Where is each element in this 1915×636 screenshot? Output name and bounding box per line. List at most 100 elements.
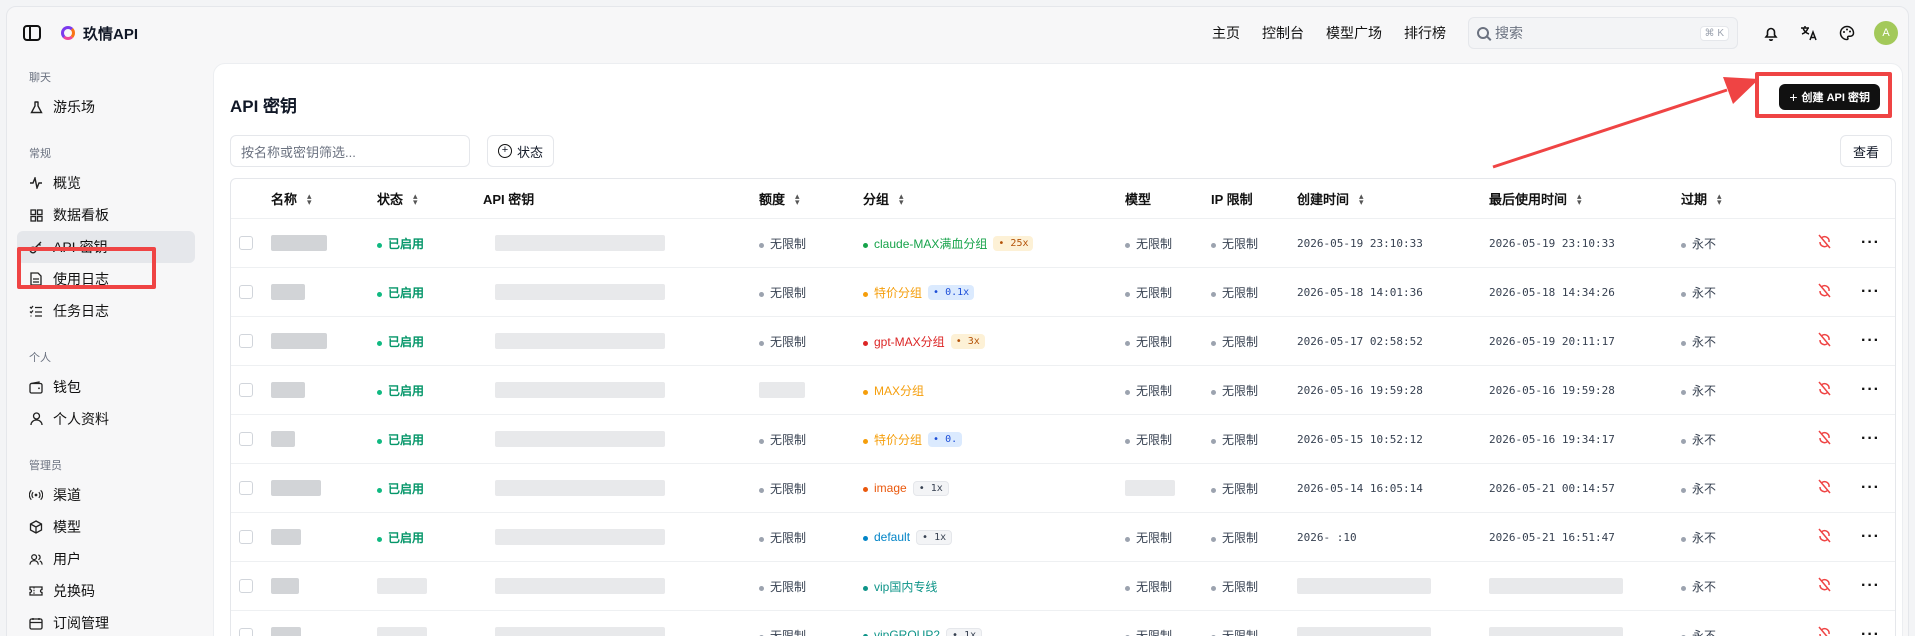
redacted-api-key[interactable] [495, 578, 665, 594]
row-checkbox[interactable] [239, 236, 253, 250]
translate-icon[interactable] [1798, 22, 1820, 44]
more-actions-icon[interactable]: ··· [1861, 479, 1880, 497]
row-checkbox[interactable] [239, 481, 253, 495]
sidebar-item-profile[interactable]: 个人资料 [17, 403, 195, 435]
multiplier-text: 1x [930, 482, 943, 494]
more-actions-icon[interactable]: ··· [1861, 430, 1880, 448]
redacted-api-key[interactable] [495, 529, 665, 545]
more-actions-icon[interactable]: ··· [1861, 234, 1880, 252]
redacted-api-key[interactable] [495, 480, 665, 496]
redacted-api-key[interactable] [495, 235, 665, 251]
sidebar-item-models[interactable]: 模型 [17, 511, 195, 543]
sidebar-toggle-icon[interactable] [23, 25, 41, 41]
quota-value: 无限制 [759, 627, 806, 636]
table-row[interactable]: 已启用 无限制 gpt-MAX分组 • 3x 无限制 无限制 2026-05-17… [231, 317, 1895, 366]
model-dot [1125, 438, 1130, 444]
more-actions-icon[interactable]: ··· [1861, 332, 1880, 350]
multiplier-dot: • [952, 629, 965, 636]
quota-text: 无限制 [770, 530, 807, 545]
table-row[interactable]: 已启用 无限制 特价分组 • 0. 无限制 无限制 2026-05-15 10:5… [231, 415, 1895, 464]
bell-icon[interactable] [1760, 22, 1782, 44]
disable-key-icon[interactable] [1817, 479, 1832, 497]
sidebar-item-redeem-codes[interactable]: 兑换码 [17, 575, 195, 607]
dashboard-icon [29, 208, 43, 222]
nav-console[interactable]: 控制台 [1262, 23, 1304, 43]
brand[interactable]: 玖情API [61, 23, 138, 44]
quota-dot [759, 487, 764, 493]
last-used-time: 2026-05-21 16:51:47 [1489, 530, 1615, 544]
more-actions-icon[interactable]: ··· [1861, 283, 1880, 301]
sidebar-item-overview[interactable]: 概览 [17, 167, 195, 199]
view-button[interactable]: 查看 [1839, 135, 1892, 167]
row-checkbox[interactable] [239, 285, 253, 299]
group-value: vip国内专线 [863, 578, 937, 595]
sidebar-item-subscriptions[interactable]: 订阅管理 [17, 607, 195, 636]
redacted-api-key[interactable] [495, 431, 665, 447]
sidebar-item-users[interactable]: 用户 [17, 543, 195, 575]
sidebar-item-dashboard[interactable]: 数据看板 [17, 199, 195, 231]
expires-dot [1681, 585, 1686, 591]
table-row[interactable]: 已启用 无限制 image • 1x 无限制 2026-05-14 16:05:1… [231, 464, 1895, 513]
multiplier-dot: • [922, 531, 935, 543]
redacted-api-key[interactable] [495, 333, 665, 349]
table-row[interactable]: 已启用 MAX分组 无限制 无限制 2026-05-16 19:59:28 20… [231, 366, 1895, 415]
table-row[interactable]: 已启用 无限制 default • 1x 无限制 无限制 2026- :10 20… [231, 513, 1895, 562]
sort-icon: ▴ ▾ [1359, 190, 1364, 207]
row-checkbox[interactable] [239, 530, 253, 544]
disable-key-icon[interactable] [1817, 430, 1832, 448]
disable-key-icon[interactable] [1817, 283, 1832, 301]
filter-input[interactable]: 按名称或密钥筛选... [230, 135, 470, 167]
expires-dot [1681, 242, 1686, 248]
table-row[interactable]: 无限制 vipGROUP2 • 1x 无限制 无限制 永不 ··· [231, 611, 1895, 636]
more-actions-icon[interactable]: ··· [1861, 626, 1880, 636]
sidebar-item-wallet[interactable]: 钱包 [17, 371, 195, 403]
sidebar-item-channels[interactable]: 渠道 [17, 479, 195, 511]
disable-key-icon[interactable] [1817, 381, 1832, 399]
sort-icon: ▴ ▾ [1717, 190, 1722, 207]
row-checkbox[interactable] [239, 579, 253, 593]
task-icon [29, 304, 43, 318]
row-checkbox[interactable] [239, 432, 253, 446]
more-actions-icon[interactable]: ··· [1861, 577, 1880, 595]
disable-key-icon[interactable] [1817, 577, 1832, 595]
sidebar-item-usage-logs[interactable]: 使用日志 [17, 263, 195, 295]
disable-key-icon[interactable] [1817, 528, 1832, 546]
status-filter-button[interactable]: + 状态 [487, 135, 555, 167]
disable-key-icon[interactable] [1817, 332, 1832, 350]
sidebar-item-api-keys[interactable]: API 密钥 [17, 231, 195, 263]
disable-key-icon[interactable] [1817, 234, 1832, 252]
sidebar-item-task-logs[interactable]: 任务日志 [17, 295, 195, 327]
header-quota[interactable]: 额度 ▴ ▾ [759, 179, 800, 218]
create-api-key-button[interactable]: + 创建 API 密钥 [1779, 84, 1880, 110]
row-checkbox[interactable] [239, 628, 253, 636]
header-label: 状态 [377, 192, 404, 207]
ip-text: 无限制 [1222, 481, 1259, 496]
nav-leaderboard[interactable]: 排行榜 [1404, 23, 1446, 43]
header-created[interactable]: 创建时间 ▴ ▾ [1297, 179, 1364, 218]
disable-key-icon[interactable] [1817, 626, 1832, 636]
avatar[interactable]: A [1874, 21, 1898, 45]
more-actions-icon[interactable]: ··· [1861, 528, 1880, 546]
nav-model-square[interactable]: 模型广场 [1326, 23, 1382, 43]
header-status[interactable]: 状态 ▴ ▾ [377, 179, 418, 218]
row-checkbox[interactable] [239, 334, 253, 348]
header-group[interactable]: 分组 ▴ ▾ [863, 179, 904, 218]
expires-text: 永不 [1692, 383, 1717, 398]
nav-home[interactable]: 主页 [1212, 23, 1240, 43]
header-last-used[interactable]: 最后使用时间 ▴ ▾ [1489, 179, 1582, 218]
redacted-api-key[interactable] [495, 284, 665, 300]
sidebar-item-label: 订阅管理 [53, 615, 109, 631]
table-row[interactable]: 无限制 vip国内专线 无限制 无限制 永不 ··· [231, 562, 1895, 611]
sidebar-item-playground[interactable]: 游乐场 [17, 91, 195, 123]
group-dot [863, 536, 868, 541]
redacted-api-key[interactable] [495, 627, 665, 636]
redacted-api-key[interactable] [495, 382, 665, 398]
search-input[interactable]: 搜索 ⌘ K [1468, 17, 1738, 49]
table-row[interactable]: 已启用 无限制 claude-MAX满血分组 • 25x 无限制 无限制 2026… [231, 219, 1895, 268]
table-row[interactable]: 已启用 无限制 特价分组 • 0.1x 无限制 无限制 2026-05-18 14… [231, 268, 1895, 317]
more-actions-icon[interactable]: ··· [1861, 381, 1880, 399]
palette-icon[interactable] [1836, 22, 1858, 44]
header-expires[interactable]: 过期 ▴ ▾ [1681, 179, 1722, 218]
header-name[interactable]: 名称 ▴ ▾ [271, 179, 312, 218]
row-checkbox[interactable] [239, 383, 253, 397]
